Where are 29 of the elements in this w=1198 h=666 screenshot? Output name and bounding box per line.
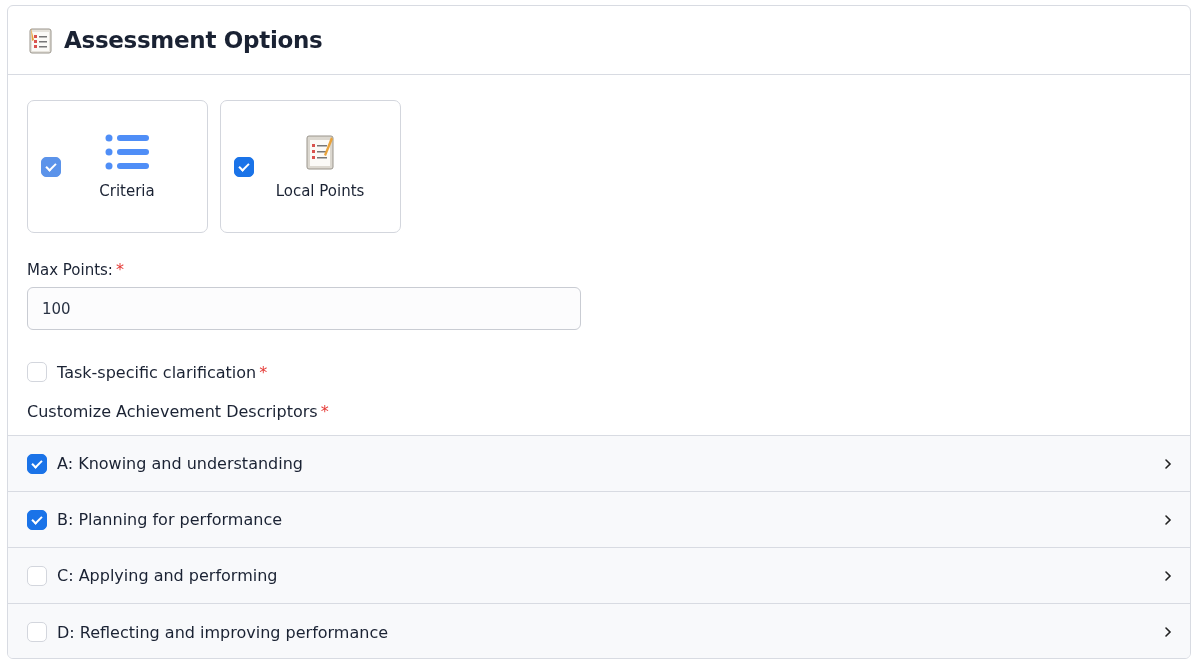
chevron-icon: [1164, 626, 1172, 638]
checkbox[interactable]: [234, 156, 254, 177]
descriptor-row[interactable]: B: Planning for performance: [8, 492, 1190, 548]
descriptor-label: D: Reflecting and improving performance: [57, 622, 389, 642]
descriptor-row[interactable]: C: Applying and performing: [8, 548, 1190, 604]
option-card[interactable]: Local Points: [220, 100, 401, 233]
option-label: Criteria: [99, 181, 155, 200]
descriptor-label: A: Knowing and understanding: [57, 454, 304, 473]
max-points-field[interactable]: 100: [27, 287, 581, 330]
list-icon: [105, 133, 149, 170]
checkbox[interactable]: [27, 453, 47, 474]
descriptor-label: C: Applying and performing: [57, 566, 279, 585]
option-label: Local Points: [275, 181, 365, 200]
chevron-icon: [1164, 569, 1172, 582]
descriptor-label: B: Planning for performance: [57, 510, 283, 529]
chevron-icon: [1164, 513, 1172, 526]
checkbox[interactable]: [27, 509, 47, 530]
required-mark: *: [320, 402, 329, 421]
descriptor-row[interactable]: A: Knowing and understanding: [8, 436, 1190, 492]
clipboard-icon: [28, 26, 54, 54]
field-label: Max Points:: [27, 261, 113, 279]
panel-title: Assessment Options: [64, 27, 323, 53]
descriptor-row[interactable]: D: Reflecting and improving performance: [8, 604, 1190, 658]
required-mark: *: [115, 260, 124, 279]
section-label: Customize Achievement Descriptors: [27, 402, 318, 421]
chevron-icon: [1164, 457, 1172, 470]
required-mark: *: [259, 362, 268, 382]
checkbox-label: Task-specific clarification: [57, 362, 257, 382]
clipboard-icon: [305, 133, 335, 170]
